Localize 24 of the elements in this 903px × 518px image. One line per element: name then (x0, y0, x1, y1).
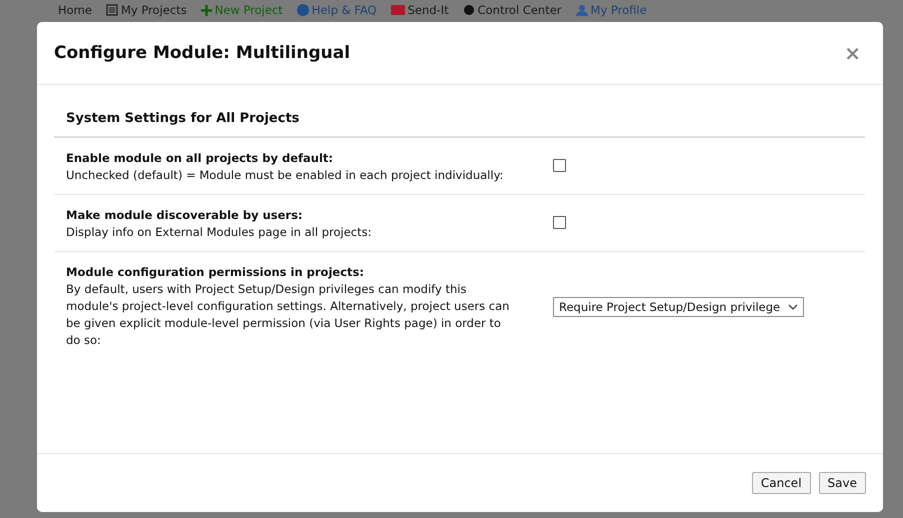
setting-description: By default, users with Project Setup/Design privileges can modify this module's project-level configuration settings. Alternatively, project users can be given explicit module-level permission (via User Rights page) in order to do so: (66, 281, 510, 349)
setting-label: Enable module on all projects by default: (66, 150, 334, 167)
user-icon (576, 4, 588, 16)
nav-link[interactable]: Send-It (390, 3, 449, 17)
dialog-title: Configure Module: Multilingual (54, 43, 350, 63)
dialog-button[interactable]: Cancel (752, 472, 811, 494)
setting-description: Unchecked (default) = Module must be enabled in each project individually: (66, 167, 504, 184)
setting-label: Module configuration permissions in projects: (66, 264, 365, 281)
plus-icon (200, 4, 212, 16)
close-button[interactable]: × (840, 41, 865, 65)
nav-link[interactable]: Help & FAQ (296, 3, 377, 17)
nav-link[interactable]: My Projects (106, 3, 187, 17)
checkbox[interactable] (553, 216, 566, 229)
permission-dropdown[interactable]: Require Project Setup/Design privilege (553, 296, 804, 316)
checkbox[interactable] (553, 159, 566, 172)
nav-link[interactable]: My Profile (576, 3, 647, 17)
setting-label: Make module discoverable by users: (66, 207, 304, 224)
nav-link[interactable]: Control Center (462, 3, 562, 17)
dialog-button[interactable]: Save (818, 472, 866, 494)
setting-description: Display info on External Modules page in all projects: (66, 224, 372, 241)
section-title: System Settings for All Projects (54, 111, 865, 138)
list-icon (106, 4, 118, 16)
nav-link[interactable]: Home (58, 3, 92, 17)
caret-icon (788, 304, 798, 310)
